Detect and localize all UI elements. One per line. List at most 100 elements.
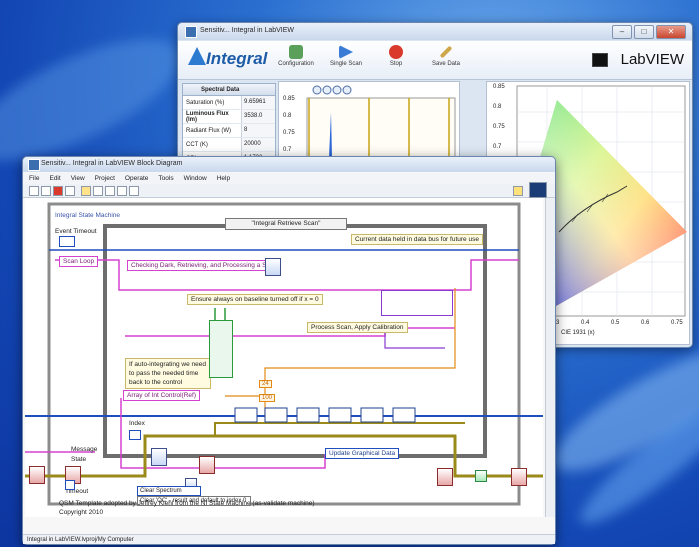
spectral-value: 9.65961 (241, 96, 275, 109)
block-diagram-wires (25, 202, 543, 506)
vi-icon (529, 182, 547, 198)
state-label: State (71, 456, 87, 463)
single-scan-button[interactable]: Single Scan (324, 45, 368, 67)
play-icon (339, 45, 353, 59)
block-diagram-toolbar (23, 182, 555, 198)
integral-logo-icon (188, 47, 206, 65)
minimize-button[interactable]: – (612, 25, 632, 39)
pen-icon (439, 45, 453, 59)
front-panel-title: Sensitiv... Integral in LabVIEW (200, 27, 295, 34)
vertical-scrollbar[interactable] (545, 198, 555, 517)
clear-spectrum-box[interactable]: Clear Spectrum (137, 486, 201, 496)
spectral-row: Radiant Flux (W) 8 (183, 124, 275, 138)
menu-tools[interactable]: Tools (158, 173, 173, 184)
event-timeout-label: Event Timeout (55, 228, 97, 235)
y-tick-label: 0.7 (493, 144, 502, 150)
cie-x-axis-label: CIE 1931 (x) (561, 330, 595, 336)
spectral-data-header: Spectral Data (183, 84, 275, 96)
event-timeout-terminal[interactable] (59, 236, 75, 247)
labview-window-icon (185, 26, 197, 38)
labview-window-icon (28, 159, 40, 171)
qsm-note: QSM Template adopted by Jeffrey Kiehl fr… (59, 500, 315, 507)
menu-help[interactable]: Help (217, 173, 230, 184)
stop-button[interactable]: Stop (374, 45, 418, 67)
y-tick-label: 0.85 (493, 84, 505, 90)
comment-checking: Checking Dark, Retrieving, and Processin… (127, 260, 281, 271)
labview-logo-icon (592, 53, 608, 67)
menu-view[interactable]: View (71, 173, 85, 184)
front-panel-toolbar: Integral Configuration Single Scan Stop … (178, 41, 692, 80)
spectral-row: Saturation (%) 9.65961 (183, 96, 275, 110)
numeric-constant[interactable]: 24 (259, 380, 272, 388)
comment-process: Process Scan, Apply Calibration (307, 322, 408, 333)
status-bar: Integral in LabVIEW.lvproj/My Computer (23, 534, 555, 544)
menu-file[interactable]: File (29, 173, 39, 184)
numeric-constant[interactable]: 100 (259, 394, 276, 402)
run-continuously-icon[interactable] (41, 186, 51, 196)
array-control-ref[interactable]: Array of Int Control(Ref) (123, 390, 200, 401)
menu-operate[interactable]: Operate (125, 173, 149, 184)
subvi-check-dark[interactable] (265, 258, 281, 276)
comment-auto-integrating: If auto-integrating we need to pass the … (125, 358, 211, 389)
calibration-subvi[interactable] (381, 290, 453, 316)
subvi-error[interactable] (199, 456, 215, 474)
comment-ensure: Ensure always on baseline turned off if … (187, 294, 323, 305)
front-panel-titlebar[interactable]: Sensitiv... Integral in LabVIEW – □ ✕ (178, 23, 692, 40)
menu-project[interactable]: Project (95, 173, 115, 184)
integral-logo: Integral (206, 49, 268, 68)
spectral-value: 20000 (241, 138, 275, 151)
index-label: Index (129, 420, 145, 427)
configuration-button[interactable]: Configuration (274, 45, 318, 67)
x-tick-label: 0.6 (641, 320, 650, 326)
subvi-right-1[interactable] (437, 468, 453, 486)
subvi-left-1[interactable] (29, 466, 45, 484)
message-label: Message (71, 446, 98, 453)
state-machine-label: Integral State Machine (55, 212, 121, 219)
update-graphical-data[interactable]: Update Graphical Data (325, 448, 400, 459)
index-terminal[interactable] (129, 430, 141, 440)
case-selector[interactable]: "Integral Retrieve Scan" (225, 218, 347, 230)
save-data-button[interactable]: Save Data (424, 45, 468, 67)
y-tick-label: 0.85 (283, 96, 295, 102)
highlight-execution-icon[interactable] (81, 186, 91, 196)
context-help-icon[interactable] (513, 186, 523, 196)
pause-icon[interactable] (65, 186, 75, 196)
menu-window[interactable]: Window (184, 173, 207, 184)
timeout-terminal[interactable] (65, 480, 75, 490)
block-diagram-canvas[interactable]: Integral State Machine Event Timeout Sca… (25, 198, 543, 517)
close-button[interactable]: ✕ (656, 25, 686, 39)
block-diagram-titlebar[interactable]: Sensitiv... Integral in LabVIEW Block Di… (23, 157, 555, 172)
spectral-value: 3538.0 (241, 110, 275, 123)
step-over-icon[interactable] (117, 186, 127, 196)
project-path: Integral in LabVIEW.lvproj/My Computer (27, 537, 134, 543)
comment-current-data: Current data held in data bus for future… (351, 234, 483, 245)
boolean-array[interactable] (209, 320, 233, 378)
maximize-button[interactable]: □ (634, 25, 654, 39)
x-tick-label: 0.5 (611, 320, 620, 326)
step-out-icon[interactable] (129, 186, 139, 196)
block-diagram-window: Sensitiv... Integral in LabVIEW Block Di… (22, 156, 556, 545)
scan-loop-label[interactable]: Scan Loop (59, 256, 99, 267)
menu-edit[interactable]: Edit (49, 173, 60, 184)
stop-icon (389, 45, 403, 59)
abort-icon[interactable] (53, 186, 63, 196)
graph-zoom-tools[interactable] (312, 85, 352, 95)
y-tick-label: 0.8 (493, 104, 502, 110)
step-into-icon[interactable] (105, 186, 115, 196)
spectral-row: Luminous Flux (lm) 3538.0 (183, 110, 275, 124)
boolean-indicator[interactable] (475, 470, 487, 482)
x-tick-label: 0.4 (581, 320, 590, 326)
spectral-row: CCT (K) 20000 (183, 138, 275, 152)
y-tick-label: 0.8 (283, 113, 292, 119)
labview-brand: LabVIEW (620, 51, 684, 68)
subvi-right-2[interactable] (511, 468, 527, 486)
retain-wire-values-icon[interactable] (93, 186, 103, 196)
subvi-index[interactable] (151, 448, 167, 466)
block-diagram-menubar: File Edit View Project Operate Tools Win… (23, 173, 555, 184)
run-arrow-icon[interactable] (29, 186, 39, 196)
y-tick-label: 0.75 (493, 124, 505, 130)
while-loop-frame (47, 202, 521, 506)
spectral-value: 8 (241, 124, 275, 137)
x-tick-label: 0.75 (671, 320, 683, 326)
y-tick-label: 0.7 (283, 147, 292, 153)
